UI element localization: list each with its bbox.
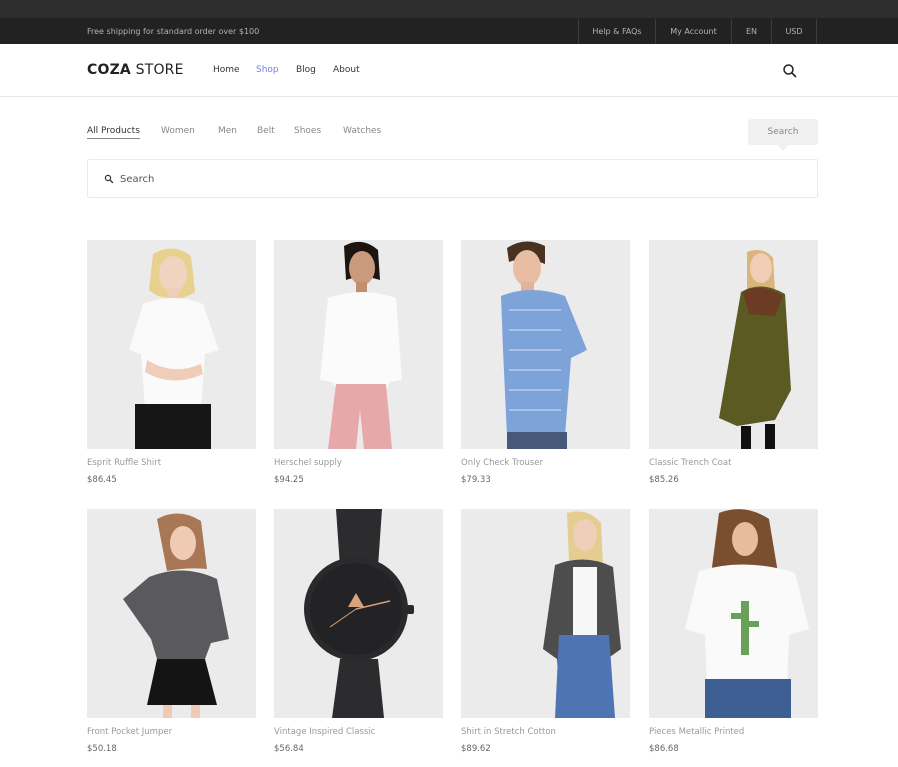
model-illustration — [87, 509, 256, 718]
model-illustration — [274, 240, 443, 449]
model-illustration — [461, 509, 630, 718]
product-name[interactable]: Esprit Ruffle Shirt — [87, 458, 161, 468]
product-image[interactable] — [461, 240, 630, 449]
product-image[interactable] — [87, 509, 256, 718]
product-price: $86.68 — [649, 744, 679, 754]
product-price: $86.45 — [87, 475, 117, 485]
help-faqs-link[interactable]: Help & FAQs — [578, 19, 655, 44]
product-image[interactable] — [274, 240, 443, 449]
logo-bold: COZA — [87, 62, 131, 78]
search-input[interactable] — [120, 170, 720, 188]
search-icon — [104, 174, 114, 184]
product-name[interactable]: Classic Trench Coat — [649, 458, 731, 468]
product-price: $85.26 — [649, 475, 679, 485]
product-name[interactable]: Only Check Trouser — [461, 458, 543, 468]
watch-illustration — [274, 509, 443, 718]
currency-select[interactable]: USD — [771, 19, 817, 44]
product-name[interactable]: Herschel supply — [274, 458, 342, 468]
browser-strip — [0, 0, 898, 18]
shipping-notice: Free shipping for standard order over $1… — [87, 27, 260, 36]
product-name[interactable]: Vintage Inspired Classic — [274, 727, 375, 737]
search-icon — [783, 64, 797, 78]
product-price: $94.25 — [274, 475, 304, 485]
product-price: $56.84 — [274, 744, 304, 754]
logo[interactable]: COZA STORE — [87, 62, 184, 78]
model-illustration — [649, 240, 818, 449]
main-header: COZA STORE Home Shop Blog About — [0, 44, 898, 97]
page: Free shipping for standard order over $1… — [0, 0, 898, 767]
filter-belt[interactable]: Belt — [257, 126, 275, 136]
product-image[interactable] — [649, 240, 818, 449]
filter-women[interactable]: Women — [161, 126, 195, 136]
header-search-button[interactable] — [781, 62, 799, 80]
nav-shop[interactable]: Shop — [256, 65, 279, 75]
my-account-link[interactable]: My Account — [655, 19, 731, 44]
nav-blog[interactable]: Blog — [296, 65, 316, 75]
product-image[interactable] — [649, 509, 818, 718]
filter-watches[interactable]: Watches — [343, 126, 381, 136]
top-bar: Free shipping for standard order over $1… — [0, 0, 898, 44]
filter-men[interactable]: Men — [218, 126, 237, 136]
nav-home[interactable]: Home — [213, 65, 240, 75]
nav-about[interactable]: About — [333, 65, 360, 75]
model-illustration — [461, 240, 630, 449]
product-image[interactable] — [87, 240, 256, 449]
product-price: $79.33 — [461, 475, 491, 485]
filter-shoes[interactable]: Shoes — [294, 126, 321, 136]
product-image[interactable] — [274, 509, 443, 718]
model-illustration — [87, 240, 256, 449]
product-name[interactable]: Pieces Metallic Printed — [649, 727, 744, 737]
product-name[interactable]: Shirt in Stretch Cotton — [461, 727, 556, 737]
product-price: $89.62 — [461, 744, 491, 754]
filter-all-products[interactable]: All Products — [87, 126, 140, 139]
model-illustration — [649, 509, 818, 718]
product-price: $50.18 — [87, 744, 117, 754]
logo-rest: STORE — [130, 62, 184, 78]
search-toggle-button[interactable]: Search — [748, 119, 818, 151]
product-search-box — [87, 159, 818, 198]
product-name[interactable]: Front Pocket Jumper — [87, 727, 172, 737]
language-select[interactable]: EN — [731, 19, 771, 44]
product-image[interactable] — [461, 509, 630, 718]
